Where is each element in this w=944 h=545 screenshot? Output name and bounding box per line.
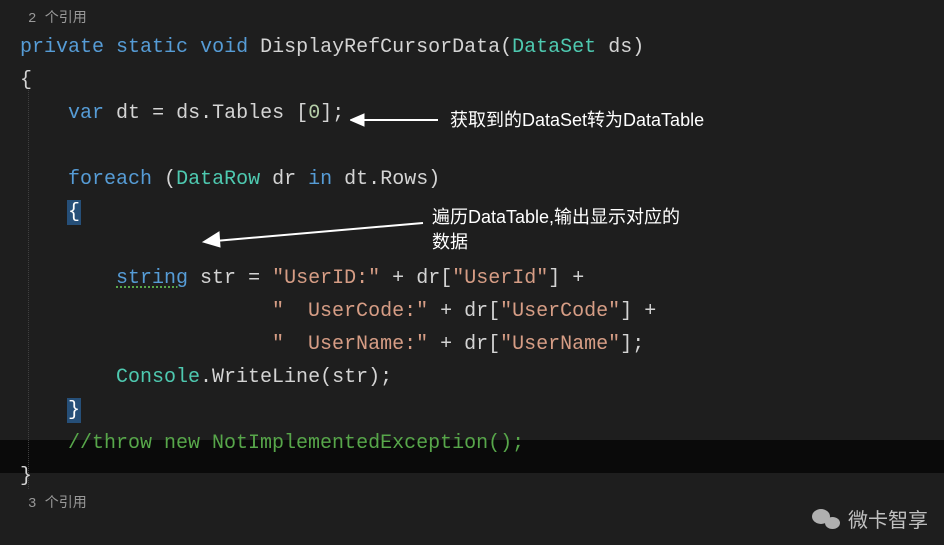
col-usercode: "UserCode" [500, 300, 620, 323]
close-paren: ) [368, 366, 380, 389]
dot: . [368, 168, 380, 191]
open-bracket: [ [440, 267, 452, 290]
keyword-static: static [116, 36, 188, 59]
op-plus: + [440, 333, 452, 356]
arrow-annotation-1 [350, 110, 440, 130]
semicolon: ; [380, 366, 392, 389]
string-usercode: " UserCode:" [272, 300, 428, 323]
close-paren: ) [428, 168, 440, 191]
close-paren: ) [632, 36, 644, 59]
codelens-bottom[interactable]: 3 个引用 [20, 493, 944, 516]
watermark: 微卡智享 [812, 504, 928, 533]
prop-tables: Tables [212, 102, 284, 125]
annotation-2: 遍历DataTable,输出显示对应的 数据 [432, 205, 680, 255]
prop-rows: Rows [380, 168, 428, 191]
keyword-private: private [20, 36, 104, 59]
annotation-1: 获取到的DataSet转为DataTable [450, 108, 704, 133]
close-bracket: ] [320, 102, 332, 125]
ident-dr: dr [464, 300, 488, 323]
matching-brace-close: } [68, 399, 80, 422]
op-plus: + [644, 300, 656, 323]
op-eq: = [152, 102, 164, 125]
open-bracket: [ [488, 300, 500, 323]
code-editor[interactable]: 2 个引用 private static void DisplayRefCurs… [0, 0, 944, 524]
dot: . [200, 366, 212, 389]
string-concat-1[interactable]: string str = "UserID:" + dr["UserId"] + [20, 262, 944, 295]
annotation-2-line-1: 遍历DataTable,输出显示对应的 [432, 205, 680, 230]
string-concat-3[interactable]: " UserName:" + dr["UserName"]; [20, 328, 944, 361]
comment-text: //throw new NotImplementedException(); [68, 432, 524, 455]
string-username: " UserName:" [272, 333, 428, 356]
param-type: DataSet [512, 36, 596, 59]
foreach-line[interactable]: foreach (DataRow dr in dt.Rows) [20, 163, 944, 196]
open-paren: ( [320, 366, 332, 389]
var-dr: dr [272, 168, 296, 191]
open-bracket: [ [488, 333, 500, 356]
arrow-annotation-2 [195, 215, 425, 255]
annotation-2-line-2: 数据 [432, 230, 680, 255]
close-brace: } [20, 465, 32, 488]
keyword-var: var [68, 102, 104, 125]
console-writeline[interactable]: Console.WriteLine(str); [20, 361, 944, 394]
col-username: "UserName" [500, 333, 620, 356]
op-plus: + [392, 267, 404, 290]
blank-line [20, 130, 944, 163]
watermark-text: 微卡智享 [848, 504, 928, 533]
ident-dr: dr [416, 267, 440, 290]
wechat-icon [812, 507, 840, 531]
string-userid: "UserID:" [272, 267, 380, 290]
type-console: Console [116, 366, 200, 389]
ident-ds: ds [176, 102, 200, 125]
open-paren: ( [500, 36, 512, 59]
method-signature[interactable]: private static void DisplayRefCursorData… [20, 31, 944, 64]
ident-dt: dt [344, 168, 368, 191]
semicolon: ; [332, 102, 344, 125]
open-bracket: [ [296, 102, 308, 125]
var-dt: dt [116, 102, 140, 125]
method-name: DisplayRefCursorData [260, 36, 500, 59]
col-userid: "UserId" [452, 267, 548, 290]
dot: . [200, 102, 212, 125]
close-bracket: ] [620, 300, 632, 323]
param-name: ds [608, 36, 632, 59]
comment-line[interactable]: //throw new NotImplementedException(); [20, 427, 944, 460]
op-plus: + [440, 300, 452, 323]
codelens-top[interactable]: 2 个引用 [20, 8, 944, 31]
method-writeline: WriteLine [212, 366, 320, 389]
semicolon: ; [632, 333, 644, 356]
close-bracket: ] [620, 333, 632, 356]
keyword-in: in [308, 168, 332, 191]
ident-dr: dr [464, 333, 488, 356]
close-brace-line[interactable]: } [20, 460, 944, 493]
op-plus: + [572, 267, 584, 290]
close-bracket: ] [548, 267, 560, 290]
open-brace: { [20, 69, 32, 92]
var-str: str [200, 267, 236, 290]
keyword-void: void [200, 36, 248, 59]
keyword-string: string [116, 267, 188, 290]
arg-str: str [332, 366, 368, 389]
type-datarow: DataRow [176, 168, 260, 191]
foreach-close-brace[interactable]: } [20, 394, 944, 427]
matching-brace-open: { [68, 201, 80, 224]
open-brace-line[interactable]: { [20, 64, 944, 97]
open-paren: ( [164, 168, 176, 191]
op-eq: = [248, 267, 260, 290]
string-concat-2[interactable]: " UserCode:" + dr["UserCode"] + [20, 295, 944, 328]
index-zero: 0 [308, 102, 320, 125]
keyword-foreach: foreach [68, 168, 152, 191]
